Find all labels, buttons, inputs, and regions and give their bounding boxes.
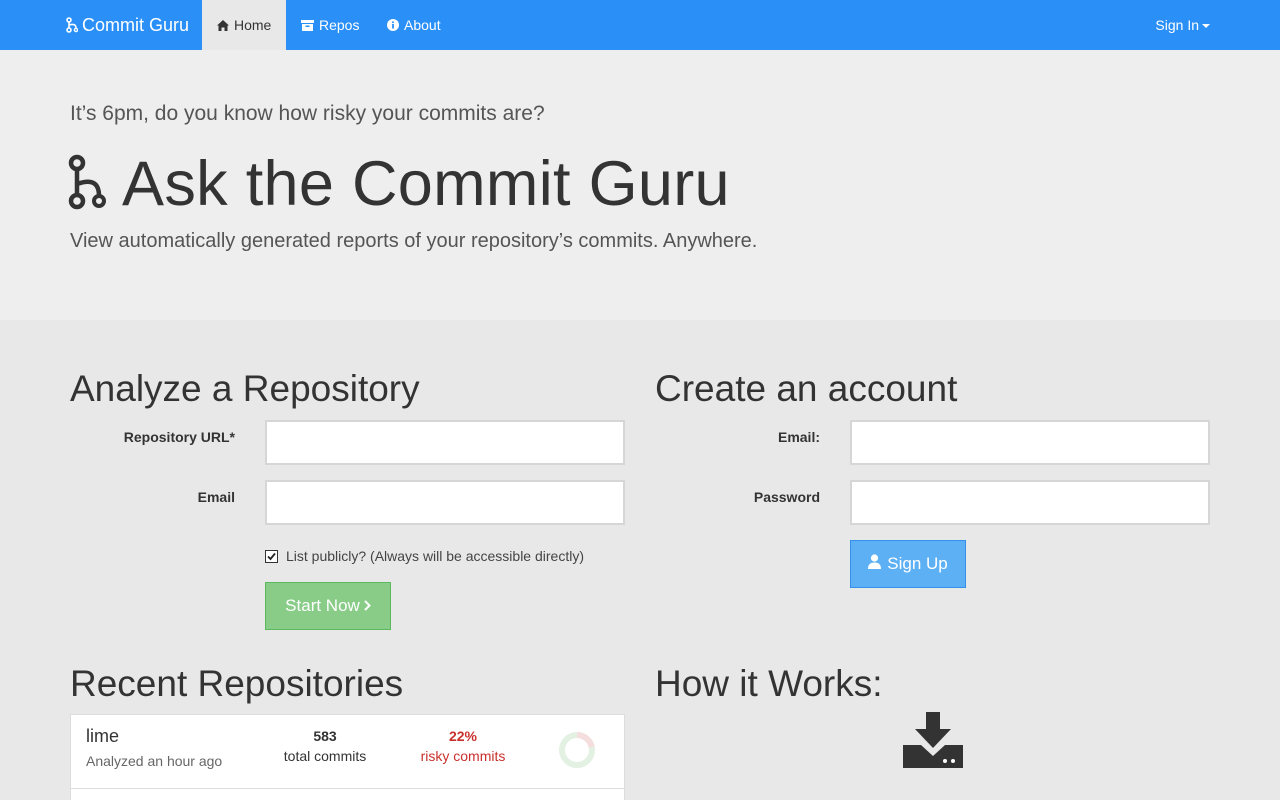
repo-url-label: Repository URL* xyxy=(123,429,235,445)
repo-url-input[interactable] xyxy=(265,420,625,465)
hero-title: Ask the Commit Guru xyxy=(122,149,730,219)
create-account-heading: Create an account xyxy=(655,368,958,409)
hero-subtitle: View automatically generated reports of … xyxy=(70,230,758,252)
recent-repos-heading: Recent Repositories xyxy=(70,663,404,704)
sign-in-label: Sign In xyxy=(1155,17,1199,33)
commit-guru-logo-icon xyxy=(68,154,106,215)
risk-donut-chart xyxy=(559,732,595,768)
total-commits-label: total commits xyxy=(283,748,367,764)
total-commits-count: 583 xyxy=(313,728,337,744)
tab-home-label: Home xyxy=(234,17,272,33)
email-input[interactable] xyxy=(265,480,625,525)
navbar: Commit Guru Home Repos About Sign In xyxy=(0,0,1280,50)
list-publicly-label[interactable]: List publicly? (Always will be accessibl… xyxy=(286,548,584,564)
sign-up-label: Sign Up xyxy=(887,554,948,573)
email-label: Email xyxy=(197,489,235,505)
account-email-label: Email: xyxy=(777,429,820,445)
hero-tagline: It’s 6pm, do you know how risky your com… xyxy=(70,102,545,125)
commit-guru-logo-icon xyxy=(66,17,78,33)
repo-analyzed-time: Analyzed an hour ago xyxy=(86,753,223,769)
tab-home[interactable]: Home xyxy=(202,0,286,50)
recent-repos-list: lime Analyzed an hour ago 583 total comm… xyxy=(70,714,625,800)
risky-commits-stat: 22% risky commits xyxy=(409,728,517,764)
tab-repos[interactable]: Repos xyxy=(286,0,374,50)
user-icon xyxy=(868,554,882,574)
sign-in-dropdown[interactable]: Sign In xyxy=(1155,0,1210,50)
home-icon xyxy=(217,19,229,31)
start-now-button[interactable]: Start Now xyxy=(265,582,391,630)
brand-link[interactable]: Commit Guru xyxy=(66,13,189,37)
analyze-heading: Analyze a Repository xyxy=(70,368,420,409)
download-icon xyxy=(903,712,963,773)
hero-section: It’s 6pm, do you know how risky your com… xyxy=(0,50,1280,320)
brand-name: Commit Guru xyxy=(82,14,190,35)
password-input[interactable] xyxy=(850,480,1210,525)
risky-commits-label: risky commits xyxy=(420,748,506,764)
repo-row[interactable]: lime Analyzed an hour ago 583 total comm… xyxy=(71,715,624,789)
archive-icon xyxy=(301,19,314,31)
list-publicly-checkbox[interactable] xyxy=(265,549,278,563)
sign-up-button[interactable]: Sign Up xyxy=(850,540,966,588)
repo-name[interactable]: lime xyxy=(86,726,119,747)
info-icon xyxy=(387,19,399,31)
start-now-label: Start Now xyxy=(285,596,360,615)
hero-heading: Ask the Commit Guru xyxy=(68,148,730,220)
account-email-input[interactable] xyxy=(850,420,1210,465)
tab-about[interactable]: About xyxy=(372,0,456,50)
chevron-right-icon xyxy=(364,596,371,616)
caret-down-icon xyxy=(1202,24,1210,28)
checkmark-icon xyxy=(267,552,276,560)
how-it-works-heading: How it Works: xyxy=(655,663,883,704)
password-label: Password xyxy=(753,489,820,505)
tab-repos-label: Repos xyxy=(319,17,360,33)
tab-about-label: About xyxy=(404,17,441,33)
list-publicly-row: List publicly? (Always will be accessibl… xyxy=(265,548,584,564)
total-commits-stat: 583 total commits xyxy=(271,728,379,764)
risky-commits-percent: 22% xyxy=(448,728,478,744)
